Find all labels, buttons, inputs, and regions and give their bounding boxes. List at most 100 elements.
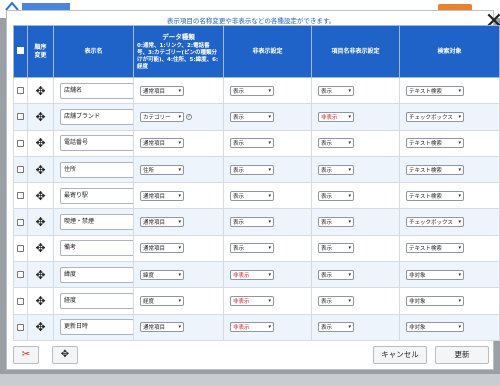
row-checkbox[interactable] bbox=[17, 271, 24, 279]
row-checkbox[interactable] bbox=[17, 192, 24, 200]
row-checkbox[interactable] bbox=[17, 87, 24, 95]
label-visibility-select[interactable]: 表示 ▾ bbox=[318, 217, 354, 228]
label-visibility-select[interactable]: 表示 ▾ bbox=[318, 243, 354, 254]
label-visibility-cell: 表示 ▾ bbox=[311, 234, 400, 263]
datatype-cell: 緯度 ▾ bbox=[133, 261, 224, 289]
row-checkbox[interactable] bbox=[17, 139, 24, 147]
drag-move-icon[interactable]: ✥ bbox=[27, 261, 54, 289]
display-name-input[interactable]: 最寄り駅 bbox=[60, 187, 134, 204]
chevron-down-icon: ▾ bbox=[178, 219, 181, 226]
help-icon[interactable]: ? bbox=[186, 114, 192, 121]
display-name-input[interactable]: 喫煙・禁煙 bbox=[60, 214, 134, 231]
label-visibility-select-value: 表示 bbox=[321, 246, 333, 253]
datatype-select[interactable]: 緯度 ▾ bbox=[140, 269, 184, 280]
name-cell: 店舗ブランド bbox=[53, 103, 134, 131]
label-visibility-select-value: 表示 bbox=[321, 141, 333, 148]
visibility-select[interactable]: 表示 ▾ bbox=[230, 164, 274, 175]
search-target-select[interactable]: テキスト検索 ▾ bbox=[406, 243, 464, 254]
search-target-select[interactable]: テキスト検索 ▾ bbox=[406, 85, 464, 96]
chevron-down-icon: ▾ bbox=[268, 166, 271, 173]
drag-move-icon[interactable]: ✥ bbox=[27, 287, 54, 315]
label-visibility-select[interactable]: 表示 ▾ bbox=[318, 164, 354, 175]
display-name-input[interactable]: 電話番号 bbox=[60, 135, 134, 152]
visibility-select[interactable]: 非表示 ▾ bbox=[230, 296, 274, 307]
name-cell: 住所 bbox=[53, 155, 134, 184]
drag-move-icon[interactable]: ✥ bbox=[27, 208, 54, 236]
search-target-select[interactable]: テキスト検索 ▾ bbox=[406, 138, 464, 149]
search-target-select-value: テキスト検索 bbox=[409, 193, 442, 200]
label-visibility-select[interactable]: 表示 ▾ bbox=[318, 190, 354, 201]
search-target-select[interactable]: 非対象 ▾ bbox=[406, 269, 464, 280]
visibility-select[interactable]: 非表示 ▾ bbox=[230, 322, 274, 333]
visibility-select[interactable]: 表示 ▾ bbox=[230, 243, 274, 254]
datatype-select[interactable]: カテゴリー ▾ bbox=[140, 111, 184, 122]
search-target-select-value: 非対象 bbox=[409, 299, 426, 306]
cancel-button[interactable]: キャンセル bbox=[373, 346, 427, 364]
label-visibility-select[interactable]: 表示 ▾ bbox=[318, 85, 354, 96]
row-checkbox[interactable] bbox=[17, 323, 24, 331]
search-target-select[interactable]: テキスト検索 ▾ bbox=[406, 190, 464, 201]
display-name-input[interactable]: 経度 bbox=[60, 293, 134, 310]
table-row: ✥ 更新日時 通常項目 ▾ 非表示 ▾ 表示 ▾ 非対象 ▾ bbox=[13, 313, 500, 341]
label-visibility-select[interactable]: 表示 ▾ bbox=[318, 322, 354, 333]
label-visibility-select-value: 表示 bbox=[321, 220, 333, 227]
datatype-select[interactable]: 通常項目 ▾ bbox=[140, 217, 184, 228]
drag-move-icon[interactable]: ✥ bbox=[27, 76, 54, 105]
visibility-select[interactable]: 非表示 ▾ bbox=[230, 269, 274, 280]
label-visibility-cell: 表示 ▾ bbox=[311, 313, 400, 341]
row-checkbox[interactable] bbox=[17, 218, 24, 226]
visibility-select[interactable]: 表示 ▾ bbox=[230, 85, 274, 96]
row-checkbox[interactable] bbox=[17, 113, 24, 121]
datatype-cell: 通常項目 ▾ bbox=[133, 129, 224, 157]
datatype-select[interactable]: 通常項目 ▾ bbox=[140, 138, 184, 149]
search-target-select[interactable]: チェックボックス ▾ bbox=[406, 217, 464, 228]
visibility-select[interactable]: 表示 ▾ bbox=[230, 111, 274, 122]
search-target-select[interactable]: チェックボックス ▾ bbox=[406, 111, 464, 122]
row-checkbox[interactable] bbox=[17, 166, 24, 174]
display-name-input[interactable]: 店舗名 bbox=[60, 82, 134, 99]
drag-move-icon[interactable]: ✥ bbox=[27, 182, 54, 210]
datatype-select[interactable]: 通常項目 ▾ bbox=[140, 85, 184, 96]
datatype-select[interactable]: 住所 ▾ bbox=[140, 164, 184, 175]
drag-move-icon[interactable]: ✥ bbox=[27, 313, 54, 341]
search-target-select-value: テキスト検索 bbox=[409, 167, 442, 174]
display-name-input[interactable]: 更新日時 bbox=[60, 319, 134, 336]
drag-move-icon[interactable]: ✥ bbox=[27, 234, 54, 263]
row-checkbox[interactable] bbox=[17, 297, 24, 305]
datatype-select[interactable]: 経度 ▾ bbox=[140, 296, 184, 307]
datatype-cell: 経度 ▾ bbox=[133, 287, 224, 315]
label-visibility-select[interactable]: 表示 ▾ bbox=[318, 296, 354, 307]
row-checkbox[interactable] bbox=[17, 244, 24, 252]
drag-move-icon[interactable]: ✥ bbox=[27, 129, 54, 157]
visibility-select-value: 表示 bbox=[233, 220, 245, 227]
search-target-select[interactable]: 非対象 ▾ bbox=[406, 322, 464, 333]
visibility-select[interactable]: 表示 ▾ bbox=[230, 190, 274, 201]
datatype-select[interactable]: 通常項目 ▾ bbox=[140, 190, 184, 201]
row-select-cell bbox=[13, 182, 28, 210]
label-visibility-select[interactable]: 表示 ▾ bbox=[318, 269, 354, 280]
update-button[interactable]: 更新 bbox=[435, 346, 489, 364]
search-target-select[interactable]: テキスト検索 ▾ bbox=[406, 164, 464, 175]
display-name-input[interactable]: 備考 bbox=[60, 240, 134, 257]
label-visibility-select[interactable]: 表示 ▾ bbox=[318, 138, 354, 149]
visibility-select-value: 表示 bbox=[233, 88, 245, 95]
row-select-cell bbox=[13, 287, 28, 315]
label-visibility-select[interactable]: 非表示 ▾ bbox=[318, 111, 354, 122]
datatype-select[interactable]: 通常項目 ▾ bbox=[140, 322, 184, 333]
search-cell: テキスト検索 ▾ bbox=[399, 155, 500, 184]
select-all-checkbox[interactable] bbox=[17, 46, 24, 54]
add-row-button[interactable]: ✥ bbox=[52, 346, 78, 364]
datatype-cell: 通常項目 ▾ bbox=[133, 234, 224, 263]
datatype-select[interactable]: 通常項目 ▾ bbox=[140, 243, 184, 254]
visibility-select[interactable]: 表示 ▾ bbox=[230, 138, 274, 149]
display-name-input[interactable]: 住所 bbox=[60, 161, 134, 178]
visibility-select[interactable]: 表示 ▾ bbox=[230, 217, 274, 228]
delete-row-button[interactable]: ✂ bbox=[13, 346, 39, 364]
display-name-input[interactable]: 店舗ブランド bbox=[60, 108, 134, 125]
display-name-input[interactable]: 緯度 bbox=[60, 266, 134, 283]
drag-move-icon[interactable]: ✥ bbox=[27, 155, 54, 184]
header-datatype: データ種類 0:通常、1:リンク、2:電話番号、3:カテゴリー(ピンの種類分けが… bbox=[133, 25, 224, 78]
search-target-select[interactable]: 非対象 ▾ bbox=[406, 296, 464, 307]
search-cell: テキスト検索 ▾ bbox=[399, 129, 500, 157]
drag-move-icon[interactable]: ✥ bbox=[27, 103, 54, 131]
